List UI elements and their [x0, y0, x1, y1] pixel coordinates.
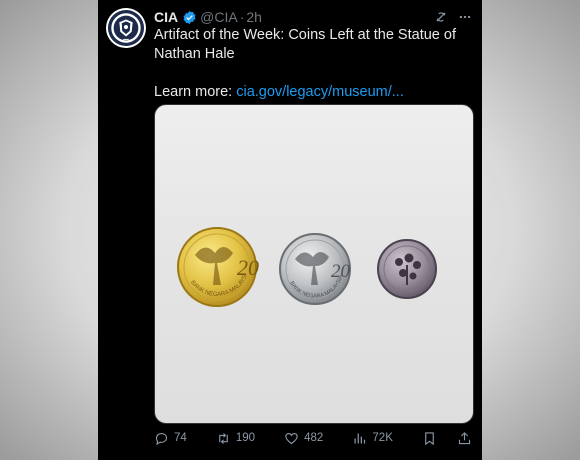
post-time[interactable]: 2h — [246, 9, 262, 25]
grok-icon[interactable] — [434, 10, 448, 24]
bookmark-icon[interactable] — [422, 431, 437, 446]
like-button[interactable]: 482 — [284, 431, 323, 446]
learn-more-label: Learn more: — [154, 84, 237, 100]
account-name[interactable]: CIA — [154, 9, 178, 25]
repost-count: 190 — [235, 432, 256, 444]
post-image[interactable]: 20 BANK NEGARA MALAYSIA 20 BANK NEGARA M… — [154, 104, 474, 424]
post-text: Artifact of the Week: Coins Left at the … — [154, 26, 472, 102]
reply-icon — [155, 432, 168, 445]
like-count: 482 — [304, 432, 324, 444]
avatar[interactable] — [106, 8, 146, 48]
post-text-line-1: Artifact of the Week: Coins Left at the … — [154, 27, 456, 43]
gold-coin: 20 BANK NEGARA MALAYSIA — [155, 105, 259, 307]
silver-coin: 20 BANK NEGARA MALAYSIA — [279, 233, 351, 305]
views-button[interactable]: 72K — [352, 431, 393, 446]
post-header: CIA @CIA · 2h — [154, 8, 472, 26]
post-text-line-2: Nathan Hale — [154, 46, 235, 62]
views-icon — [354, 433, 366, 443]
more-icon[interactable] — [458, 10, 472, 24]
account-handle[interactable]: @CIA — [200, 9, 238, 25]
cia-seal-icon — [107, 9, 145, 47]
reply-button[interactable]: 74 — [154, 431, 187, 446]
repost-button[interactable]: 190 — [216, 431, 255, 446]
separator: · — [239, 9, 245, 25]
reply-count: 74 — [174, 432, 187, 444]
post[interactable]: CIA @CIA · 2h Artifact of the Week: Coin… — [98, 0, 482, 460]
like-icon — [285, 432, 298, 444]
coins-photo: 20 BANK NEGARA MALAYSIA 20 BANK NEGARA M… — [155, 105, 437, 307]
action-bar: 74 190 482 72K — [154, 428, 472, 448]
action-bar-right — [422, 431, 472, 446]
view-count: 72K — [372, 432, 393, 444]
verified-badge-icon — [183, 10, 196, 24]
museum-link[interactable]: cia.gov/legacy/museum/... — [236, 84, 404, 100]
dark-coin — [377, 239, 437, 299]
header-actions — [434, 10, 472, 24]
learn-more: Learn more: cia.gov/legacy/museum/... — [154, 83, 472, 102]
repost-icon — [219, 432, 228, 444]
share-icon[interactable] — [457, 431, 472, 446]
